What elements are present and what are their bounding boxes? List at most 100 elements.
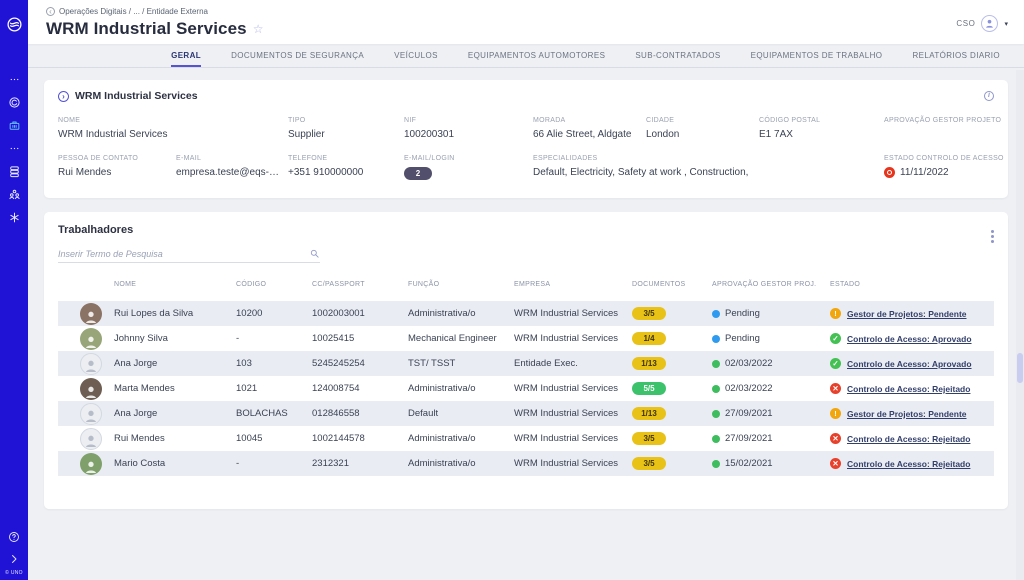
field-value: WRM Industrial Services [58,129,167,140]
column-header: CÓDIGO [236,281,312,288]
user-avatar-icon[interactable] [981,15,998,32]
tab-6[interactable]: RELATÓRIOS DIARIO [912,51,1000,67]
sidebar-item-nav-modules[interactable] [5,210,23,225]
chevron-down-icon[interactable]: ▾ [1004,20,1008,28]
worker-role: TST/ TSST [408,358,514,369]
entity-card-header: › WRM Industrial Services i [58,90,994,102]
column-header: EMPRESA [514,281,632,288]
worker-role: Default [408,408,514,419]
workers-table: NOMECÓDIGOCC/PASSPORTFUNÇÃOEMPRESADOCUME… [58,277,994,476]
approval-dot-icon [712,435,720,443]
worker-company: WRM Industrial Services [514,458,632,469]
more-options-icon[interactable] [989,228,996,245]
expand-section-icon[interactable]: › [58,91,69,102]
field-value: Default, Electricity, Safety at work , C… [533,167,748,178]
user-role-label: CSO [956,19,975,28]
entity-details-card: › WRM Industrial Services i NOME WRM Ind… [44,80,1008,198]
entity-field: E-MAIL/LOGIN 2 [404,155,533,180]
worker-company: WRM Industrial Services [514,308,632,319]
content-area: › WRM Industrial Services i NOME WRM Ind… [28,68,1024,580]
tab-4[interactable]: SUB-CONTRATADOS [635,51,720,67]
status-link[interactable]: Controlo de Acesso: Rejeitado [847,459,970,469]
tab-0[interactable]: GERAL [171,51,201,67]
search-icon[interactable] [309,248,320,259]
worker-cc-passport: 10025415 [312,333,408,344]
approval-dot-icon [712,460,720,468]
breadcrumb-text[interactable]: Operações Digitais / ... / Entidade Exte… [59,7,208,16]
sidebar-item-expand-sidebar[interactable] [5,551,23,566]
worker-role: Administrativa/o [408,458,514,469]
field-label: PESSOA DE CONTATO [58,155,176,162]
entity-field: MORADA 66 Alie Street, Aldgate [533,117,646,140]
sidebar-item-nav-more-top[interactable] [5,72,23,87]
table-row[interactable]: Mario Costa - 2312321 Administrativa/o W… [58,451,994,476]
sidebar-item-nav-database[interactable] [5,164,23,179]
table-row[interactable]: Johnny Silva - 10025415 Mechanical Engin… [58,326,994,351]
favorite-star-icon[interactable]: ☆ [253,22,264,36]
worker-name: Rui Lopes da Silva [114,308,236,319]
table-row[interactable]: Ana Jorge 103 5245245254 TST/ TSST Entid… [58,351,994,376]
sidebar-item-nav-more-mid[interactable] [5,141,23,156]
column-header: NOME [114,281,236,288]
status-link[interactable]: Controlo de Acesso: Rejeitado [847,434,970,444]
table-row[interactable]: Rui Mendes 10045 1002144578 Administrati… [58,426,994,451]
search-input[interactable] [58,249,309,259]
tab-2[interactable]: VEÍCULOS [394,51,438,67]
worker-cc-passport: 5245245254 [312,358,408,369]
field-label: NIF [404,117,533,124]
documents-badge: 3/5 [632,307,666,320]
sidebar-item-nav-people[interactable] [5,187,23,202]
user-menu[interactable]: CSO ▾ [956,15,1008,32]
approval-value: 02/03/2022 [725,383,773,394]
status-ok-icon: ✓ [830,333,841,344]
approval-dot-icon [712,310,720,318]
table-row[interactable]: Ana Jorge BOLACHAS 012846558 Default WRM… [58,401,994,426]
sidebar: © UNO [0,0,28,580]
status-ok-icon: ✓ [830,358,841,369]
status-link[interactable]: Controlo de Acesso: Aprovado [847,359,972,369]
status-cell: !Gestor de Projetos: Pendente [830,408,994,419]
worker-code: 10200 [236,308,312,319]
sidebar-item-help[interactable] [5,529,23,544]
entity-name: WRM Industrial Services [75,90,198,102]
approval-dot-icon [712,335,720,343]
entity-field: CIDADE London [646,117,759,140]
title-row: WRM Industrial Services ☆ [46,19,1006,39]
worker-avatar [80,453,102,475]
status-link[interactable]: Controlo de Acesso: Rejeitado [847,384,970,394]
approval-cell: 02/03/2022 [712,358,830,369]
breadcrumb[interactable]: ‹ Operações Digitais / ... / Entidade Ex… [46,7,1006,16]
approval-dot-icon [712,410,720,418]
field-value: empresa.teste@eqs-global.com [176,167,288,178]
field-label: ESPECIALIDADES [533,155,884,162]
tab-3[interactable]: EQUIPAMENTOS AUTOMOTORES [468,51,605,67]
scrollbar-track [1016,70,1024,580]
table-row[interactable]: Marta Mendes 1021 124008754 Administrati… [58,376,994,401]
sidebar-item-nav-brand-circle[interactable] [5,95,23,110]
status-link[interactable]: Gestor de Projetos: Pendente [847,309,967,319]
documents-badge: 1/4 [632,332,666,345]
worker-role: Administrativa/o [408,308,514,319]
approval-value: Pending [725,333,760,344]
email-login-count-badge[interactable]: 2 [404,167,432,180]
field-value: London [646,129,679,140]
worker-code: BOLACHAS [236,408,312,419]
table-row[interactable]: Rui Lopes da Silva 10200 1002003001 Admi… [58,301,994,326]
status-link[interactable]: Gestor de Projetos: Pendente [847,409,967,419]
approval-dot-icon [712,360,720,368]
app-logo-icon[interactable] [6,16,23,38]
worker-avatar-placeholder [80,403,102,425]
approval-cell: Pending [712,333,830,344]
worker-company: WRM Industrial Services [514,383,632,394]
documents-badge: 3/5 [632,432,666,445]
tab-1[interactable]: DOCUMENTOS DE SEGURANÇA [231,51,364,67]
worker-avatar [80,328,102,350]
sidebar-item-nav-entities[interactable] [5,118,23,133]
status-link[interactable]: Controlo de Acesso: Aprovado [847,334,972,344]
entity-fields-row-1: NOME WRM Industrial Services TIPO Suppli… [58,117,994,140]
info-icon[interactable]: i [984,91,994,101]
approval-value: Pending [725,308,760,319]
back-circle-icon[interactable]: ‹ [46,7,55,16]
scrollbar-thumb[interactable] [1017,353,1023,383]
tab-5[interactable]: EQUIPAMENTOS DE TRABALHO [751,51,883,67]
